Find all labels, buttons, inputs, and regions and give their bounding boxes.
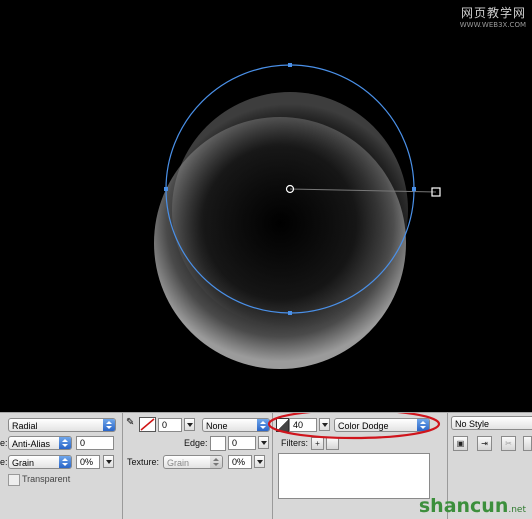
watermark-bottom-suffix: .net	[508, 505, 526, 515]
stroke-type-select[interactable]: None	[202, 418, 270, 432]
edge-mode-value: Anti-Alias	[12, 439, 51, 449]
edge-field[interactable]: 0	[228, 436, 256, 450]
properties-panel: Radial e: Anti-Alias 0 e: Grain 0% Trans…	[0, 412, 532, 519]
stroke-color-swatch[interactable]	[139, 417, 156, 432]
divider	[272, 413, 273, 519]
anchor-bottom[interactable]	[288, 311, 292, 315]
blend-mode-select[interactable]: Color Dodge	[334, 418, 430, 432]
style-select[interactable]: No Style	[451, 416, 532, 430]
opacity-field[interactable]: 40	[289, 418, 317, 432]
anchor-right[interactable]	[412, 187, 416, 191]
watermark-top-line2: WWW.WEB3X.COM	[459, 21, 526, 29]
stroke-type-value: None	[206, 421, 228, 431]
watermark-bottom-text: shancun	[418, 495, 509, 517]
fill-type-value: Radial	[12, 421, 38, 431]
texture-percent-field[interactable]: 0%	[76, 455, 100, 469]
select-arrows-icon	[59, 456, 71, 468]
watermark-bottom: shancun.net	[419, 495, 526, 517]
stroke-texture-value: Grain	[167, 458, 190, 468]
add-filter-button[interactable]: +	[311, 437, 324, 450]
edge-value-field[interactable]: 0	[76, 436, 114, 450]
texture-value: Grain	[12, 458, 35, 468]
remove-filter-button[interactable]	[326, 437, 339, 450]
filters-list[interactable]	[278, 453, 430, 499]
divider	[122, 413, 123, 519]
break-link-button[interactable]: ✂	[501, 436, 516, 451]
stroke-color-slash-icon	[140, 418, 155, 431]
anchor-top[interactable]	[288, 63, 292, 67]
stroke-texture-percent-dropdown[interactable]	[254, 455, 265, 468]
select-arrows-icon	[257, 419, 269, 431]
clear-override-button[interactable]	[523, 436, 532, 451]
sphere-glow	[172, 92, 408, 328]
filters-label: Filters:	[281, 438, 308, 448]
transparent-label: Transparent	[22, 474, 71, 484]
edge-swatch[interactable]	[210, 436, 226, 451]
edge-label-left: e:	[0, 438, 8, 448]
select-arrows-icon	[59, 437, 71, 449]
blend-mode-value: Color Dodge	[338, 421, 389, 431]
transparent-checkbox[interactable]	[8, 474, 20, 486]
canvas-artwork	[154, 63, 441, 369]
opacity-dropdown[interactable]	[319, 418, 330, 431]
opacity-icon	[276, 418, 289, 432]
redefine-style-button[interactable]: ⇥	[477, 436, 492, 451]
fill-type-select[interactable]: Radial	[8, 418, 116, 432]
stroke-size-field[interactable]: 0	[158, 418, 182, 432]
stroke-texture-percent-field[interactable]: 0%	[228, 455, 252, 469]
stroke-size-dropdown[interactable]	[184, 418, 195, 431]
texture-select[interactable]: Grain	[8, 455, 72, 469]
texture-label-left: e:	[0, 457, 8, 467]
watermark-top-line1: 网页教学网	[460, 6, 526, 20]
texture-label: Texture:	[127, 457, 160, 467]
select-arrows-icon	[417, 419, 429, 431]
stroke-pencil-icon[interactable]: ✎	[126, 417, 138, 431]
canvas[interactable]	[0, 0, 532, 412]
watermark-top: 网页教学网 WWW.WEB3X.COM	[460, 4, 526, 29]
anchor-left[interactable]	[164, 187, 168, 191]
texture-percent-dropdown[interactable]	[103, 455, 114, 468]
new-style-button[interactable]: ▣	[453, 436, 468, 451]
select-arrows-icon	[210, 456, 222, 468]
edge-label: Edge:	[184, 438, 208, 448]
select-arrows-icon	[103, 419, 115, 431]
style-value: No Style	[455, 419, 490, 429]
stroke-texture-select[interactable]: Grain	[163, 455, 223, 469]
edge-dropdown[interactable]	[258, 436, 269, 449]
edge-mode-select[interactable]: Anti-Alias	[8, 436, 72, 450]
